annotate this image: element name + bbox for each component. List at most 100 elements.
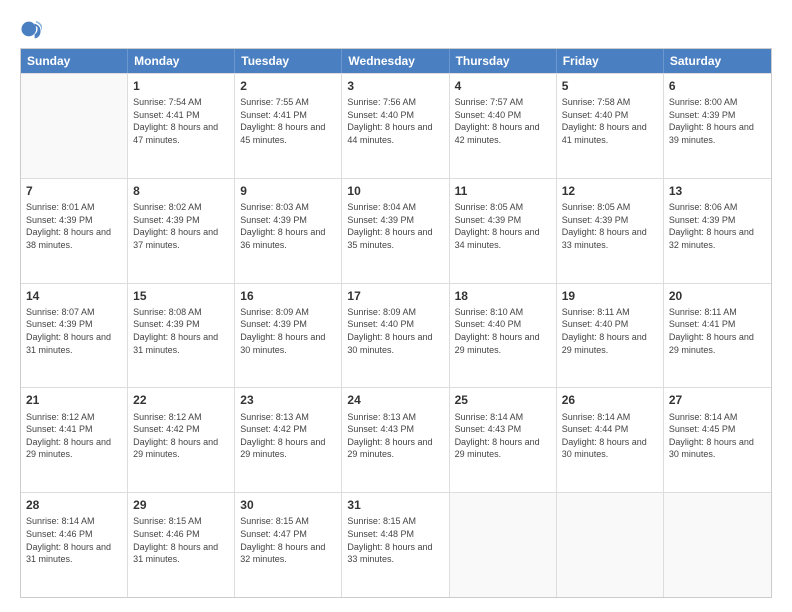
day-number: 20 (669, 288, 766, 304)
calendar-row: 14 Sunrise: 8:07 AMSunset: 4:39 PMDayligh… (21, 283, 771, 388)
day-number: 18 (455, 288, 551, 304)
cell-info: Sunrise: 8:12 AMSunset: 4:41 PMDaylight:… (26, 411, 122, 461)
calendar-cell: 13 Sunrise: 8:06 AMSunset: 4:39 PMDayligh… (664, 179, 771, 283)
calendar-cell: 9 Sunrise: 8:03 AMSunset: 4:39 PMDaylight… (235, 179, 342, 283)
cell-info: Sunrise: 7:57 AMSunset: 4:40 PMDaylight:… (455, 96, 551, 146)
cell-info: Sunrise: 8:13 AMSunset: 4:42 PMDaylight:… (240, 411, 336, 461)
weekday-header: Wednesday (342, 49, 449, 73)
cell-info: Sunrise: 8:08 AMSunset: 4:39 PMDaylight:… (133, 306, 229, 356)
day-number: 12 (562, 183, 658, 199)
day-number: 15 (133, 288, 229, 304)
cell-info: Sunrise: 8:05 AMSunset: 4:39 PMDaylight:… (562, 201, 658, 251)
day-number: 13 (669, 183, 766, 199)
calendar-cell: 3 Sunrise: 7:56 AMSunset: 4:40 PMDaylight… (342, 74, 449, 178)
cell-info: Sunrise: 8:11 AMSunset: 4:41 PMDaylight:… (669, 306, 766, 356)
calendar-cell: 29Sunrise: 8:15 AMSunset: 4:46 PMDayligh… (128, 493, 235, 597)
cell-info: Sunrise: 8:14 AMSunset: 4:46 PMDaylight:… (26, 515, 122, 565)
calendar-cell: 17 Sunrise: 8:09 AMSunset: 4:40 PMDayligh… (342, 284, 449, 388)
calendar-row: 21 Sunrise: 8:12 AMSunset: 4:41 PMDayligh… (21, 387, 771, 492)
calendar-cell (21, 74, 128, 178)
cell-info: Sunrise: 8:09 AMSunset: 4:40 PMDaylight:… (347, 306, 443, 356)
day-number: 26 (562, 392, 658, 408)
weekday-header: Saturday (664, 49, 771, 73)
day-number: 6 (669, 78, 766, 94)
calendar-cell: 27Sunrise: 8:14 AMSunset: 4:45 PMDayligh… (664, 388, 771, 492)
calendar-cell: 14 Sunrise: 8:07 AMSunset: 4:39 PMDayligh… (21, 284, 128, 388)
day-number: 2 (240, 78, 336, 94)
calendar: SundayMondayTuesdayWednesdayThursdayFrid… (20, 48, 772, 598)
calendar-cell: 2Sunrise: 7:55 AMSunset: 4:41 PMDaylight… (235, 74, 342, 178)
day-number: 25 (455, 392, 551, 408)
cell-info: Sunrise: 8:12 AMSunset: 4:42 PMDaylight:… (133, 411, 229, 461)
day-number: 28 (26, 497, 122, 513)
calendar-cell: 5Sunrise: 7:58 AMSunset: 4:40 PMDaylight… (557, 74, 664, 178)
calendar-row: 7 Sunrise: 8:01 AMSunset: 4:39 PMDaylight… (21, 178, 771, 283)
cell-info: Sunrise: 8:00 AMSunset: 4:39 PMDaylight:… (669, 96, 766, 146)
calendar-cell: 7 Sunrise: 8:01 AMSunset: 4:39 PMDaylight… (21, 179, 128, 283)
calendar-cell: 22 Sunrise: 8:12 AMSunset: 4:42 PMDayligh… (128, 388, 235, 492)
logo (20, 18, 46, 40)
cell-info: Sunrise: 8:10 AMSunset: 4:40 PMDaylight:… (455, 306, 551, 356)
calendar-cell (557, 493, 664, 597)
day-number: 4 (455, 78, 551, 94)
day-number: 30 (240, 497, 336, 513)
day-number: 17 (347, 288, 443, 304)
day-number: 22 (133, 392, 229, 408)
cell-info: Sunrise: 8:01 AMSunset: 4:39 PMDaylight:… (26, 201, 122, 251)
cell-info: Sunrise: 8:07 AMSunset: 4:39 PMDaylight:… (26, 306, 122, 356)
calendar-cell: 4 Sunrise: 7:57 AMSunset: 4:40 PMDaylight… (450, 74, 557, 178)
weekday-header: Sunday (21, 49, 128, 73)
cell-info: Sunrise: 8:14 AMSunset: 4:43 PMDaylight:… (455, 411, 551, 461)
day-number: 1 (133, 78, 229, 94)
calendar-cell: 8 Sunrise: 8:02 AMSunset: 4:39 PMDaylight… (128, 179, 235, 283)
day-number: 27 (669, 392, 766, 408)
calendar-cell: 25 Sunrise: 8:14 AMSunset: 4:43 PMDayligh… (450, 388, 557, 492)
cell-info: Sunrise: 8:15 AMSunset: 4:47 PMDaylight:… (240, 515, 336, 565)
cell-info: Sunrise: 7:56 AMSunset: 4:40 PMDaylight:… (347, 96, 443, 146)
calendar-cell: 19 Sunrise: 8:11 AMSunset: 4:40 PMDayligh… (557, 284, 664, 388)
calendar-cell (664, 493, 771, 597)
calendar-cell: 1 Sunrise: 7:54 AMSunset: 4:41 PMDaylight… (128, 74, 235, 178)
cell-info: Sunrise: 7:54 AMSunset: 4:41 PMDaylight:… (133, 96, 229, 146)
day-number: 19 (562, 288, 658, 304)
calendar-cell (450, 493, 557, 597)
day-number: 14 (26, 288, 122, 304)
cell-info: Sunrise: 7:58 AMSunset: 4:40 PMDaylight:… (562, 96, 658, 146)
calendar-row: 28 Sunrise: 8:14 AMSunset: 4:46 PMDayligh… (21, 492, 771, 597)
cell-info: Sunrise: 8:15 AMSunset: 4:48 PMDaylight:… (347, 515, 443, 565)
day-number: 10 (347, 183, 443, 199)
cell-info: Sunrise: 8:13 AMSunset: 4:43 PMDaylight:… (347, 411, 443, 461)
day-number: 3 (347, 78, 443, 94)
calendar-header: SundayMondayTuesdayWednesdayThursdayFrid… (21, 49, 771, 73)
cell-info: Sunrise: 8:05 AMSunset: 4:39 PMDaylight:… (455, 201, 551, 251)
cell-info: Sunrise: 8:11 AMSunset: 4:40 PMDaylight:… (562, 306, 658, 356)
cell-info: Sunrise: 8:02 AMSunset: 4:39 PMDaylight:… (133, 201, 229, 251)
day-number: 23 (240, 392, 336, 408)
calendar-cell: 26Sunrise: 8:14 AMSunset: 4:44 PMDayligh… (557, 388, 664, 492)
day-number: 21 (26, 392, 122, 408)
day-number: 9 (240, 183, 336, 199)
weekday-header: Monday (128, 49, 235, 73)
calendar-cell: 6 Sunrise: 8:00 AMSunset: 4:39 PMDaylight… (664, 74, 771, 178)
calendar-cell: 24Sunrise: 8:13 AMSunset: 4:43 PMDayligh… (342, 388, 449, 492)
cell-info: Sunrise: 8:04 AMSunset: 4:39 PMDaylight:… (347, 201, 443, 251)
cell-info: Sunrise: 8:09 AMSunset: 4:39 PMDaylight:… (240, 306, 336, 356)
day-number: 31 (347, 497, 443, 513)
calendar-cell: 20 Sunrise: 8:11 AMSunset: 4:41 PMDayligh… (664, 284, 771, 388)
day-number: 7 (26, 183, 122, 199)
cell-info: Sunrise: 8:03 AMSunset: 4:39 PMDaylight:… (240, 201, 336, 251)
calendar-cell: 28 Sunrise: 8:14 AMSunset: 4:46 PMDayligh… (21, 493, 128, 597)
cell-info: Sunrise: 8:06 AMSunset: 4:39 PMDaylight:… (669, 201, 766, 251)
calendar-cell: 10 Sunrise: 8:04 AMSunset: 4:39 PMDayligh… (342, 179, 449, 283)
calendar-cell: 31 Sunrise: 8:15 AMSunset: 4:48 PMDayligh… (342, 493, 449, 597)
calendar-row: 1 Sunrise: 7:54 AMSunset: 4:41 PMDaylight… (21, 73, 771, 178)
calendar-cell: 18 Sunrise: 8:10 AMSunset: 4:40 PMDayligh… (450, 284, 557, 388)
weekday-header: Friday (557, 49, 664, 73)
day-number: 8 (133, 183, 229, 199)
calendar-cell: 30 Sunrise: 8:15 AMSunset: 4:47 PMDayligh… (235, 493, 342, 597)
weekday-header: Tuesday (235, 49, 342, 73)
calendar-cell: 15 Sunrise: 8:08 AMSunset: 4:39 PMDayligh… (128, 284, 235, 388)
day-number: 29 (133, 497, 229, 513)
calendar-cell: 21 Sunrise: 8:12 AMSunset: 4:41 PMDayligh… (21, 388, 128, 492)
day-number: 11 (455, 183, 551, 199)
